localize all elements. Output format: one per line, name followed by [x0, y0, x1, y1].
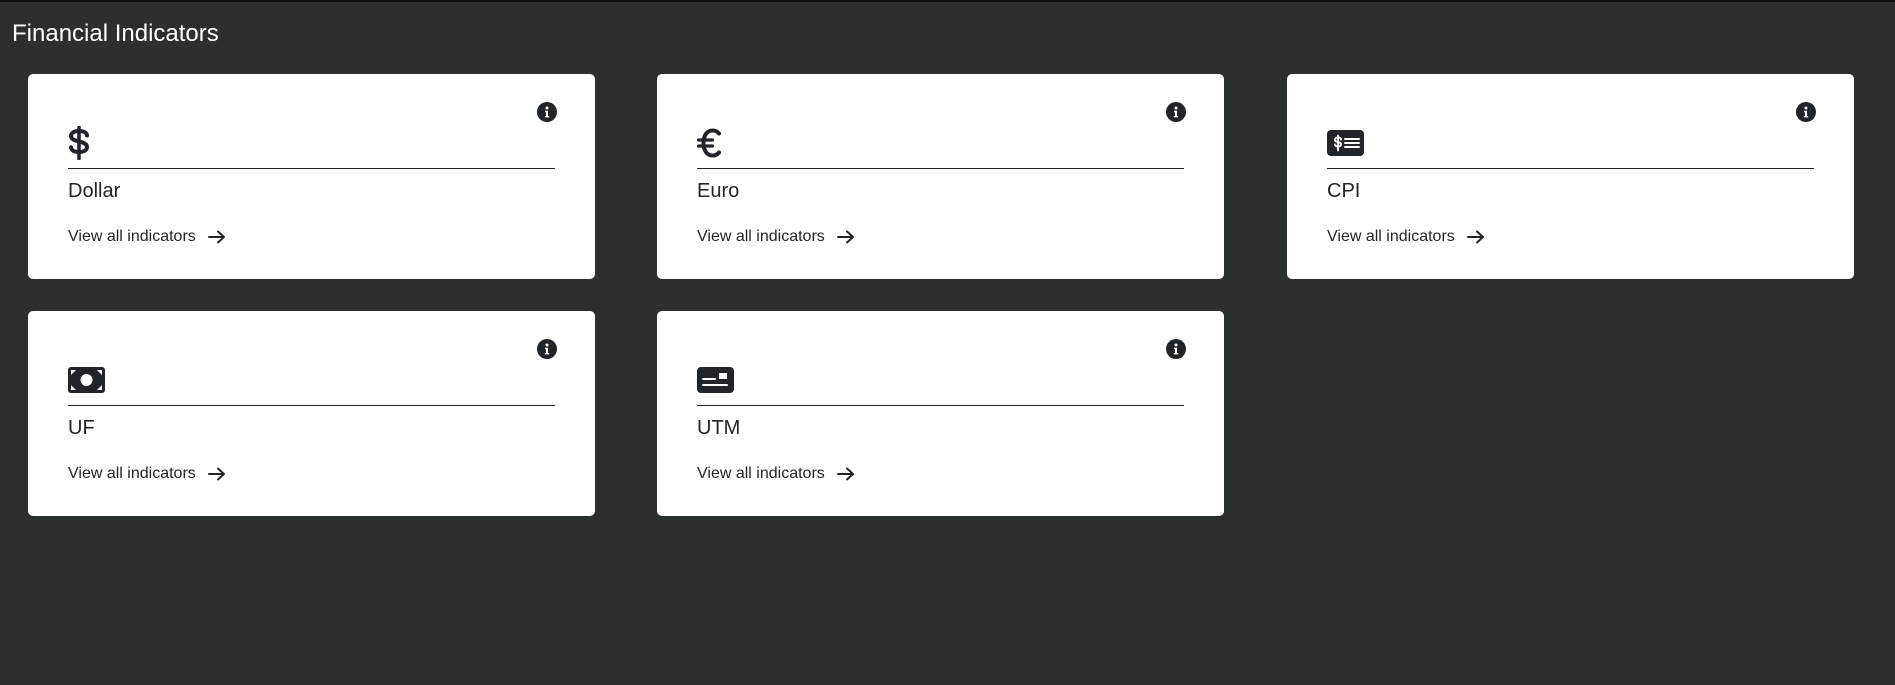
euro-icon [697, 124, 721, 162]
arrow-right-icon [836, 467, 855, 481]
view-all-indicators-link[interactable]: View all indicators [1327, 228, 1485, 246]
indicator-card-uf: UF View all indicators [28, 311, 595, 516]
info-icon[interactable] [1166, 102, 1186, 122]
card-divider [1327, 168, 1814, 169]
indicator-card-utm: UTM View all indicators [657, 311, 1224, 516]
arrow-right-icon [207, 230, 226, 244]
card-title: Euro [697, 180, 740, 202]
card-title: UF [68, 417, 95, 439]
card-divider [68, 168, 555, 169]
arrow-right-icon [836, 230, 855, 244]
info-icon[interactable] [537, 102, 557, 122]
card-title: CPI [1327, 180, 1361, 202]
indicator-card-dollar: Dollar View all indicators [28, 74, 595, 279]
money-check-icon [697, 361, 734, 399]
money-bill-icon [68, 361, 105, 399]
view-all-label: View all indicators [68, 228, 196, 245]
info-icon[interactable] [1166, 339, 1186, 359]
view-all-indicators-link[interactable]: View all indicators [68, 465, 226, 483]
card-divider [697, 168, 1184, 169]
view-all-indicators-link[interactable]: View all indicators [697, 465, 855, 483]
view-all-label: View all indicators [68, 465, 196, 482]
view-all-indicators-link[interactable]: View all indicators [697, 228, 855, 246]
money-check-dollar-icon [1327, 124, 1364, 162]
page-title: Financial Indicators [12, 20, 219, 47]
indicator-card-euro: Euro View all indicators [657, 74, 1224, 279]
view-all-indicators-link[interactable]: View all indicators [68, 228, 226, 246]
info-icon[interactable] [537, 339, 557, 359]
card-title: Dollar [68, 180, 121, 202]
arrow-right-icon [1466, 230, 1485, 244]
card-title: UTM [697, 417, 741, 439]
info-icon[interactable] [1796, 102, 1816, 122]
arrow-right-icon [207, 467, 226, 481]
card-divider [68, 405, 555, 406]
view-all-label: View all indicators [697, 228, 825, 245]
dollar-icon [68, 124, 90, 162]
view-all-label: View all indicators [697, 465, 825, 482]
indicator-card-cpi: CPI View all indicators [1287, 74, 1854, 279]
card-divider [697, 405, 1184, 406]
view-all-label: View all indicators [1327, 228, 1455, 245]
